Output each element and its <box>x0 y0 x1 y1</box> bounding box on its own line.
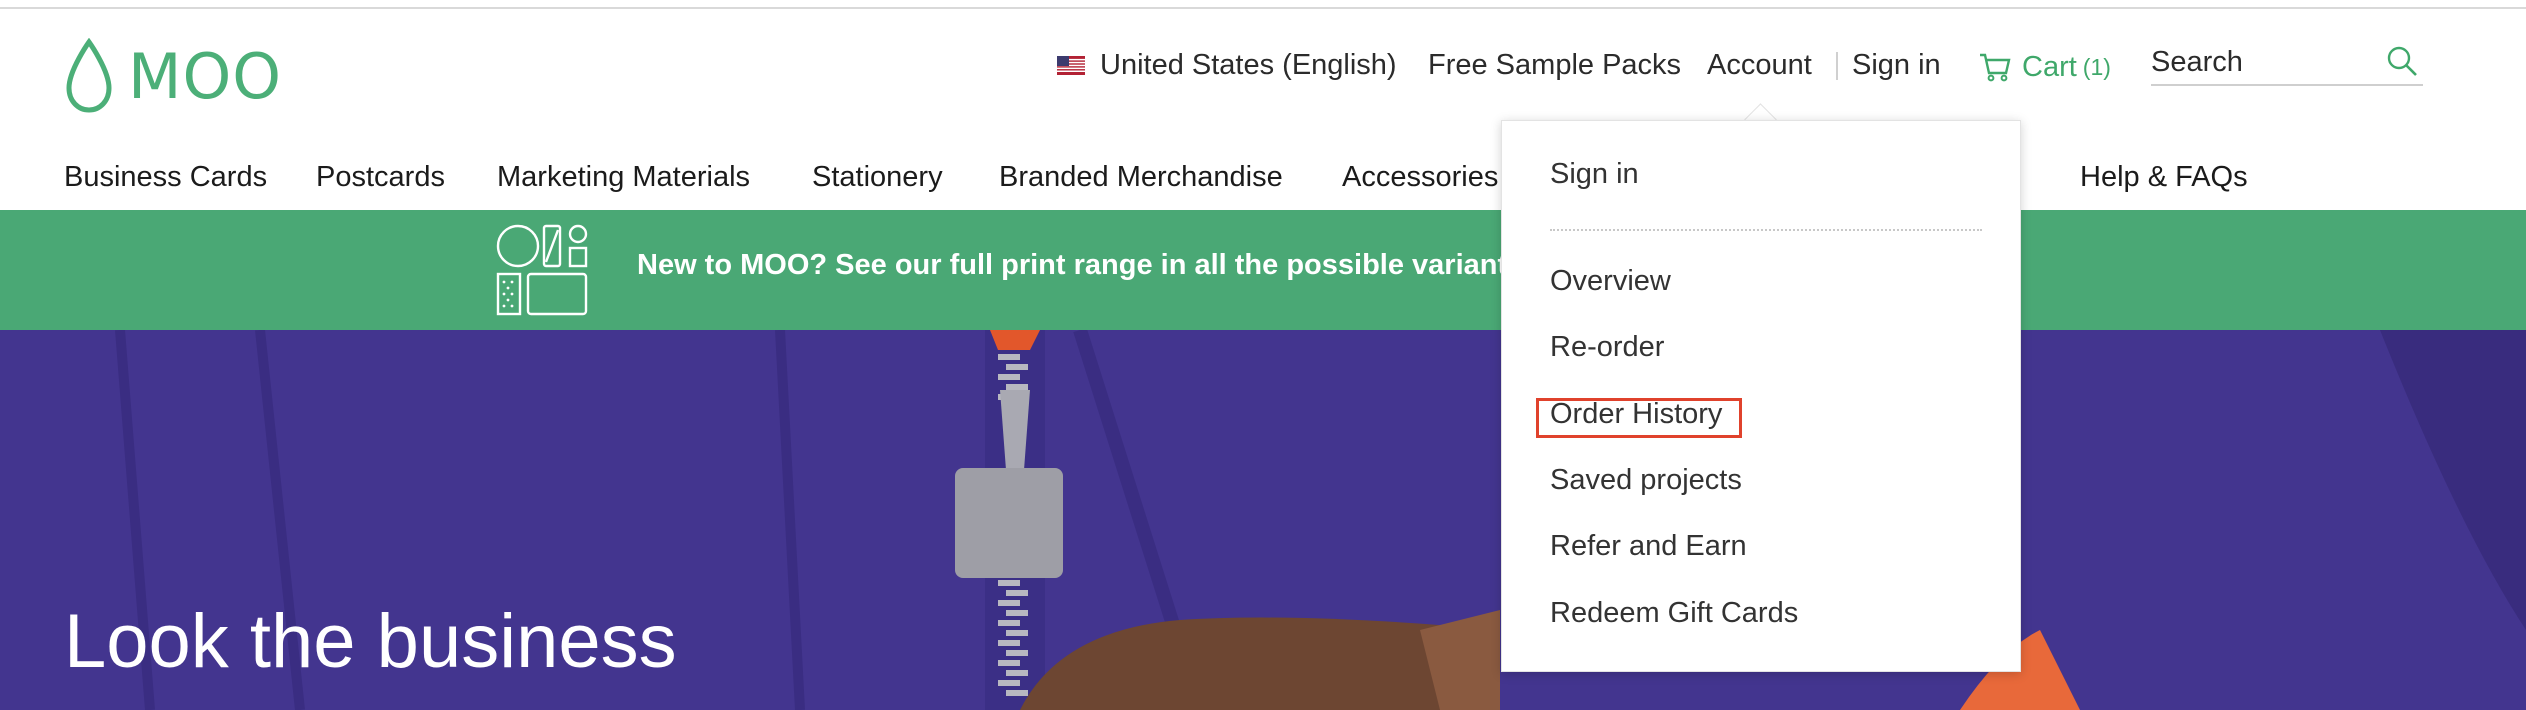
account-menu-trigger[interactable]: Account <box>1707 42 1812 88</box>
cart-link[interactable]: Cart (1) <box>1978 44 2111 90</box>
cart-count: (1) <box>2082 53 2111 80</box>
cart-icon <box>1980 53 2011 82</box>
dropdown-saved-projects[interactable]: Saved projects <box>1550 464 1742 497</box>
nav-divider <box>1836 52 1838 80</box>
nav-branded-merchandise[interactable]: Branded Merchandise <box>999 155 1283 199</box>
drop-logo-icon <box>66 38 112 113</box>
nav-stationery[interactable]: Stationery <box>812 155 943 199</box>
dropdown-reorder[interactable]: Re-order <box>1550 331 1664 364</box>
dropdown-redeem-gift-cards[interactable]: Redeem Gift Cards <box>1550 597 1798 630</box>
search-icon[interactable] <box>2385 44 2419 78</box>
dropdown-sign-in[interactable]: Sign in <box>1550 158 1639 191</box>
dropdown-separator <box>1550 229 1982 231</box>
nav-marketing-materials[interactable]: Marketing Materials <box>497 155 750 199</box>
nav-business-cards[interactable]: Business Cards <box>64 155 267 199</box>
print-range-icon <box>496 224 588 316</box>
top-border <box>0 0 2526 9</box>
banner-text: New to MOO? See our full print range in … <box>637 249 1503 281</box>
region-selector[interactable]: United States (English) <box>1100 42 1397 88</box>
search-box[interactable] <box>2151 42 2423 86</box>
account-dropdown <box>1501 120 2021 672</box>
search-input[interactable] <box>2151 42 2371 82</box>
nav-accessories[interactable]: Accessories <box>1342 155 1498 199</box>
us-flag-icon <box>1057 56 1085 75</box>
moo-logo[interactable]: MOO <box>64 38 282 114</box>
sign-in-link[interactable]: Sign in <box>1852 42 1941 88</box>
order-history-highlight <box>1536 398 1742 438</box>
logo-text: MOO <box>128 39 283 113</box>
dropdown-overview[interactable]: Overview <box>1550 265 1671 298</box>
nav-help-faqs[interactable]: Help & FAQs <box>2080 155 2248 199</box>
cart-label: Cart <box>2022 50 2077 83</box>
free-sample-packs-link[interactable]: Free Sample Packs <box>1428 42 1681 88</box>
hero-title: Look the business <box>64 599 677 684</box>
nav-postcards[interactable]: Postcards <box>316 155 445 199</box>
dropdown-refer-and-earn[interactable]: Refer and Earn <box>1550 530 1747 563</box>
